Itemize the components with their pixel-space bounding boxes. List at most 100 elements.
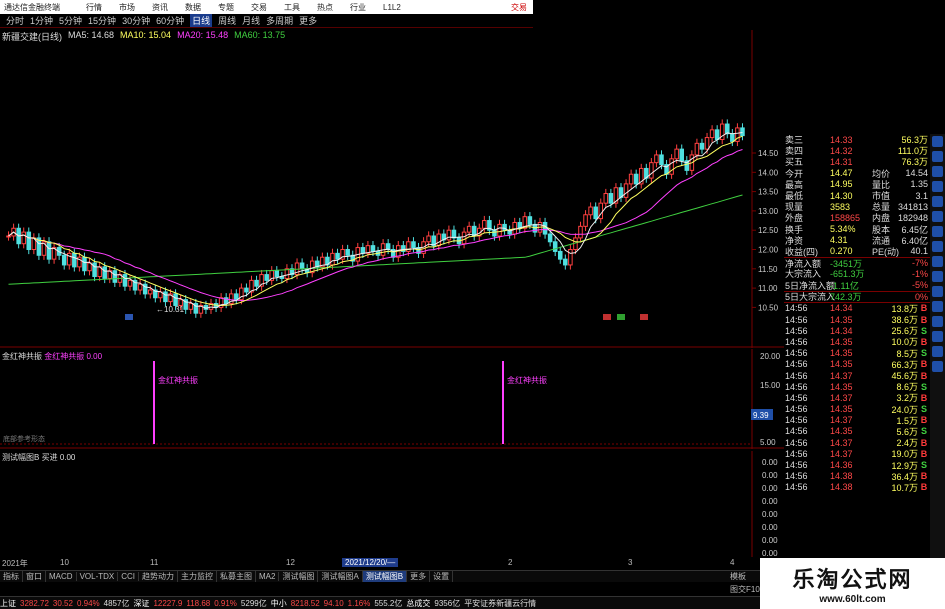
candle-body [699,142,705,150]
index-value: 8218.52 [290,598,320,608]
sidebar-icon[interactable] [932,256,943,267]
candle-body [102,266,107,279]
indicator2-chart[interactable]: 0.00 0.00 0.00 0.00 0.00 0.00 0.00 0.00 [0,451,784,557]
candle-body [426,235,431,243]
candle-body [370,245,376,252]
candle-body [6,235,11,238]
indicator1-title: 金红神共振 [2,352,42,361]
signal-label: 金红神共振 [507,375,547,385]
menu-item-hot[interactable]: 热点 [317,2,333,13]
date-label: 2 [508,558,513,567]
menu-item-market[interactable]: 市场 [119,2,135,13]
index-name[interactable]: 深证 [133,598,149,609]
tab-item[interactable]: 主力监控 [178,571,218,582]
period-daily[interactable]: 日线 [190,14,213,27]
candle-body [512,221,517,235]
sidebar-icon[interactable] [932,166,943,177]
menu-item-news[interactable]: 资讯 [152,2,168,13]
date-label: 3 [628,558,633,567]
candle-body [173,293,178,306]
tab-item[interactable]: 窗口 [23,571,46,582]
tab-item[interactable]: 更多 [407,571,431,582]
sidebar-icon[interactable] [932,151,943,162]
sidebar-icon[interactable] [932,226,943,237]
sidebar-icon[interactable] [932,331,943,342]
tab-item[interactable]: CCI [118,572,140,581]
tick-list[interactable]: 14:56 14.34 13.8万 B 14:56 14.35 38.6万 B 14:56 14.… [784,301,930,493]
status-bar: 上证 3282.72 30.52 0.94% 4857亿 深证 12227.9 … [0,596,760,609]
candle-body [659,154,664,166]
candle-body [299,262,305,270]
sidebar-icon[interactable] [932,301,943,312]
tab-item[interactable]: 趋势动力 [139,571,179,582]
candle-body [234,293,239,301]
kline-chart[interactable]: 14.50 14.00 13.50 13.00 12.50 12.00 11.50 11.00… [0,30,784,348]
candle-body [274,270,280,278]
menu-item-data[interactable]: 数据 [185,2,201,13]
indicator1-legend: 金红神共振 金红神共振 0.00 [2,351,102,362]
ind2-tick: 0.00 [762,510,778,519]
sidebar-icon[interactable] [932,316,943,327]
candle-body [446,229,452,241]
tab-item[interactable]: 测试幅图B [362,571,408,582]
ytick: 15.00 [760,381,781,390]
candle-body [593,206,598,220]
quote-row: 5日大宗流入 742.3万 0% [784,290,930,303]
sidebar-icon[interactable] [932,181,943,192]
tab-item[interactable]: 测试幅图 [279,571,319,582]
sidebar-icon[interactable] [932,211,943,222]
sidebar-icon[interactable] [932,286,943,297]
period-6[interactable]: 60分钟 [156,14,184,27]
candle-body [563,258,568,266]
sidebar-icon[interactable] [932,241,943,252]
sidebar-icon[interactable] [932,136,943,147]
candle-body [461,231,467,245]
menu-item-quotes[interactable]: 行情 [86,2,102,13]
f10-label[interactable]: 图交F10 [730,584,760,595]
candle-body [578,225,583,239]
menu-item-trade[interactable]: 交易 [251,2,267,13]
right-sidebar [930,134,945,558]
tab-item[interactable]: 设置 [430,571,454,582]
period-10[interactable]: 多周期 [266,14,293,27]
period-3[interactable]: 5分钟 [59,14,82,27]
candle-body [163,291,168,303]
menu-item-tools[interactable]: 工具 [284,2,300,13]
period-4[interactable]: 15分钟 [88,14,116,27]
period-9[interactable]: 月线 [242,14,260,27]
period-more[interactable]: 更多 [299,14,317,27]
price-axis: 14.50 14.00 13.50 13.00 12.50 12.00 11.50 11.00… [752,149,779,312]
sidebar-icon[interactable] [932,196,943,207]
period-2[interactable]: 1分钟 [30,14,53,27]
sidebar-icon[interactable] [932,361,943,372]
index-name[interactable]: 中小 [271,598,287,609]
candle-body [623,183,629,198]
sidebar-icon[interactable] [932,346,943,357]
quote-row: 5日净流入额 -1.11亿 -5% [785,280,928,291]
template-label[interactable]: 模板 [730,571,746,582]
indicator2-title: 测试幅图B [2,453,40,462]
menu-item-l1l2[interactable]: L1L2 [383,3,401,12]
menu-item-industry[interactable]: 行业 [350,2,366,13]
quote-row: 今开 14.47 均价 14.54 [785,168,928,179]
candle-body [568,249,573,266]
period-1[interactable]: 分时 [6,14,24,27]
marker-icon [617,314,625,320]
period-5[interactable]: 30分钟 [122,14,150,27]
tab-item[interactable]: MACD [46,572,77,581]
tab-item[interactable]: VOL-TDX [77,572,119,581]
indicator1-chart[interactable]: 金红神共振 金红神共振 底部参考形态 20.00 15.00 9.39 5.00 [0,349,784,449]
tab-item[interactable]: 指标 [0,571,23,582]
menu-item-topic[interactable]: 专题 [218,2,234,13]
index-amount: 555.2亿 [374,598,403,608]
marker-icon [640,314,648,320]
period-8[interactable]: 周线 [218,14,236,27]
candle-body [244,287,249,293]
news-ticker[interactable]: 平安证券新疆云行情 [464,598,536,609]
tab-item[interactable]: MA2 [256,572,280,581]
tab-item[interactable]: 测试幅图A [318,571,363,582]
sidebar-icon[interactable] [932,271,943,282]
index-name[interactable]: 上证 [0,598,16,609]
tab-item[interactable]: 私募主图 [217,571,257,582]
menu-trade-right[interactable]: 交易 [511,2,527,13]
